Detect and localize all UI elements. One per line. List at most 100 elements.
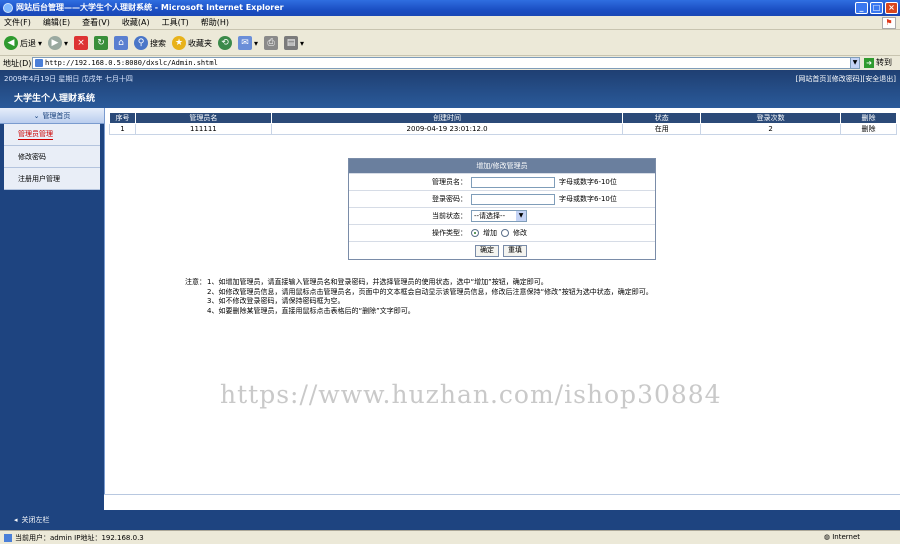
username-label: 管理员名： [432,178,467,186]
operation-row: 操作类型： 增加 修改 [349,224,655,241]
note-line: 2、如修改管理员信息，请用鼠标点击管理员名，页面中的文本框会自动显示该管理员信息… [207,287,653,296]
col-delete: 删除 [840,112,897,124]
link-logout[interactable]: [安全退出] [863,74,896,84]
radio-add[interactable] [471,229,479,237]
username-input[interactable] [471,176,555,188]
link-change-password[interactable]: [修改密码] [829,74,862,84]
delete-link[interactable]: 删除 [840,123,897,135]
stop-button[interactable]: × [74,36,89,50]
go-arrow-icon: ➜ [864,57,874,68]
submit-button[interactable]: 确定 [475,244,499,257]
note-line: 4、如要删除某管理员，直接用鼠标点击表格后的“删除”文字即可。 [207,306,415,315]
form-title: 增加/修改管理员 [349,159,655,173]
reset-button[interactable]: 重填 [503,244,527,257]
sidebar-head-label: 管理首页 [42,111,71,120]
search-button[interactable]: ⚲ 搜索 [134,36,166,50]
note-line: 3、如不修改登录密码，请保持密码框为空。 [207,297,345,305]
sidebar-item-change-password[interactable]: 修改密码 [4,146,100,168]
close-button[interactable]: × [885,2,898,14]
radio-modify[interactable] [501,229,509,237]
cell-login-count: 2 [700,123,842,135]
go-label: 转到 [876,58,892,67]
window-title: 网站后台管理——大学生个人理财系统 - Microsoft Internet E… [16,3,284,12]
notes-block: 注意：1、如增加管理员，请直接输入管理员名和登录密码，并选择管理员的使用状态，选… [185,278,653,316]
home-button[interactable]: ⌂ [114,36,129,50]
mail-button[interactable]: ✉ ▾ [238,36,258,50]
sidebar-item-label: 管理员管理 [18,130,53,140]
menu-edit[interactable]: 编辑(E) [43,17,70,28]
status-select[interactable]: --请选择-- ▼ [471,210,527,222]
menu-tools[interactable]: 工具(T) [162,17,189,28]
menu-bar: 文件(F) 编辑(E) 查看(V) 收藏(A) 工具(T) 帮助(H) ⚑ [0,16,900,30]
cell-admin-name[interactable]: 111111 [134,123,272,135]
back-arrow-icon: ◀ [4,36,18,50]
status-row: 当前状态： --请选择-- ▼ [349,207,655,224]
sidebar-item-label: 注册用户管理 [18,174,60,183]
menu-view[interactable]: 查看(V) [82,17,110,28]
sidebar-item-user-manage[interactable]: 注册用户管理 [4,168,100,190]
col-status: 状态 [622,112,702,124]
print-button[interactable]: ⎙ [264,36,279,50]
forward-arrow-icon: ▶ [48,36,63,50]
mail-dropdown-icon[interactable]: ▾ [254,39,258,48]
radio-add-label: 增加 [483,229,497,237]
forward-dropdown-icon[interactable]: ▾ [64,39,68,48]
status-bar: 当前用户：admin IP地址：192.168.0.3 ◍ Internet [0,530,900,544]
menu-help[interactable]: 帮助(H) [201,17,229,28]
status-zone: ◍ Internet [824,533,860,541]
page-icon [35,59,43,67]
refresh-button[interactable]: ↻ [94,36,109,50]
star-icon: ★ [172,36,187,50]
password-row: 登录密码： 字母或数字6-10位 [349,190,655,207]
address-label: 地址(D) [3,58,32,68]
table-header-row: 序号 管理员名 创建时间 状态 登录次数 删除 [109,112,897,124]
link-home[interactable]: [网站首页] [796,74,829,84]
home-icon: ⌂ [114,36,129,50]
status-user-info: 当前用户：admin IP地址：192.168.0.3 [15,533,144,542]
mail-icon: ✉ [238,36,253,50]
cell-status: 在用 [622,123,702,135]
cell-index: 1 [109,123,136,135]
col-index: 序号 [109,112,136,124]
sidebar-head[interactable]: ⌄ 管理首页 [0,108,104,124]
admin-form: 增加/修改管理员 管理员名： 字母或数字6-10位 登录密码： 字母或数字6-1… [348,158,656,260]
back-dropdown-icon[interactable]: ▾ [38,39,42,48]
notes-lead: 注意： [185,278,206,286]
browser-toolbar: ◀ 后退 ▾ ▶ ▾ × ↻ ⌂ ⚲ 搜索 ★ 收藏夹 ⟲ ✉ ▾ ⎙ ▤ ▾ [0,31,900,56]
address-input[interactable]: http://192.168.0.5:8080/dxslc/Admin.shtm… [32,57,860,69]
address-bar: 地址(D) http://192.168.0.5:8080/dxslc/Admi… [0,56,900,70]
favorites-label: 收藏夹 [188,38,213,48]
history-icon: ⟲ [218,36,233,50]
password-hint: 字母或数字6-10位 [559,195,617,203]
address-url: http://192.168.0.5:8080/dxslc/Admin.shtm… [45,59,218,67]
col-created: 创建时间 [270,112,624,124]
refresh-icon: ↻ [94,36,109,50]
edit-icon: ▤ [284,36,299,50]
maximize-button[interactable]: □ [870,2,883,14]
operation-label: 操作类型： [432,229,467,237]
edit-button[interactable]: ▤ ▾ [284,36,304,50]
app-title: 大学生个人理财系统 [14,94,96,104]
forward-button[interactable]: ▶ ▾ [48,36,68,50]
menu-file[interactable]: 文件(F) [4,17,31,28]
close-sidebar-icon: ◂ [14,516,18,524]
address-dropdown-icon[interactable]: ▼ [850,57,860,69]
search-icon: ⚲ [134,36,149,50]
menu-favorites[interactable]: 收藏(A) [122,17,150,28]
status-zone-label: Internet [832,533,860,541]
password-input[interactable] [471,193,555,205]
sidebar-item-admin-manage[interactable]: 管理员管理 [4,124,100,146]
sidebar-item-label: 修改密码 [18,152,46,161]
history-button[interactable]: ⟲ [218,36,233,50]
go-button[interactable]: ➜ 转到 [864,57,892,68]
sidebar: ⌄ 管理首页 管理员管理 修改密码 注册用户管理 [0,108,104,510]
chevron-down-icon: ▼ [516,211,526,221]
admin-table: 序号 管理员名 创建时间 状态 登录次数 删除 1 111111 2009-04… [109,112,897,135]
edit-dropdown-icon[interactable]: ▾ [300,39,304,48]
window-controls: _ □ × [855,2,898,14]
main-content: 序号 管理员名 创建时间 状态 登录次数 删除 1 111111 2009-04… [104,108,900,510]
back-button[interactable]: ◀ 后退 ▾ [4,36,42,50]
close-sidebar-bar[interactable]: ◂ 关闭左栏 [0,510,900,530]
favorites-button[interactable]: ★ 收藏夹 [172,36,212,50]
minimize-button[interactable]: _ [855,2,868,14]
